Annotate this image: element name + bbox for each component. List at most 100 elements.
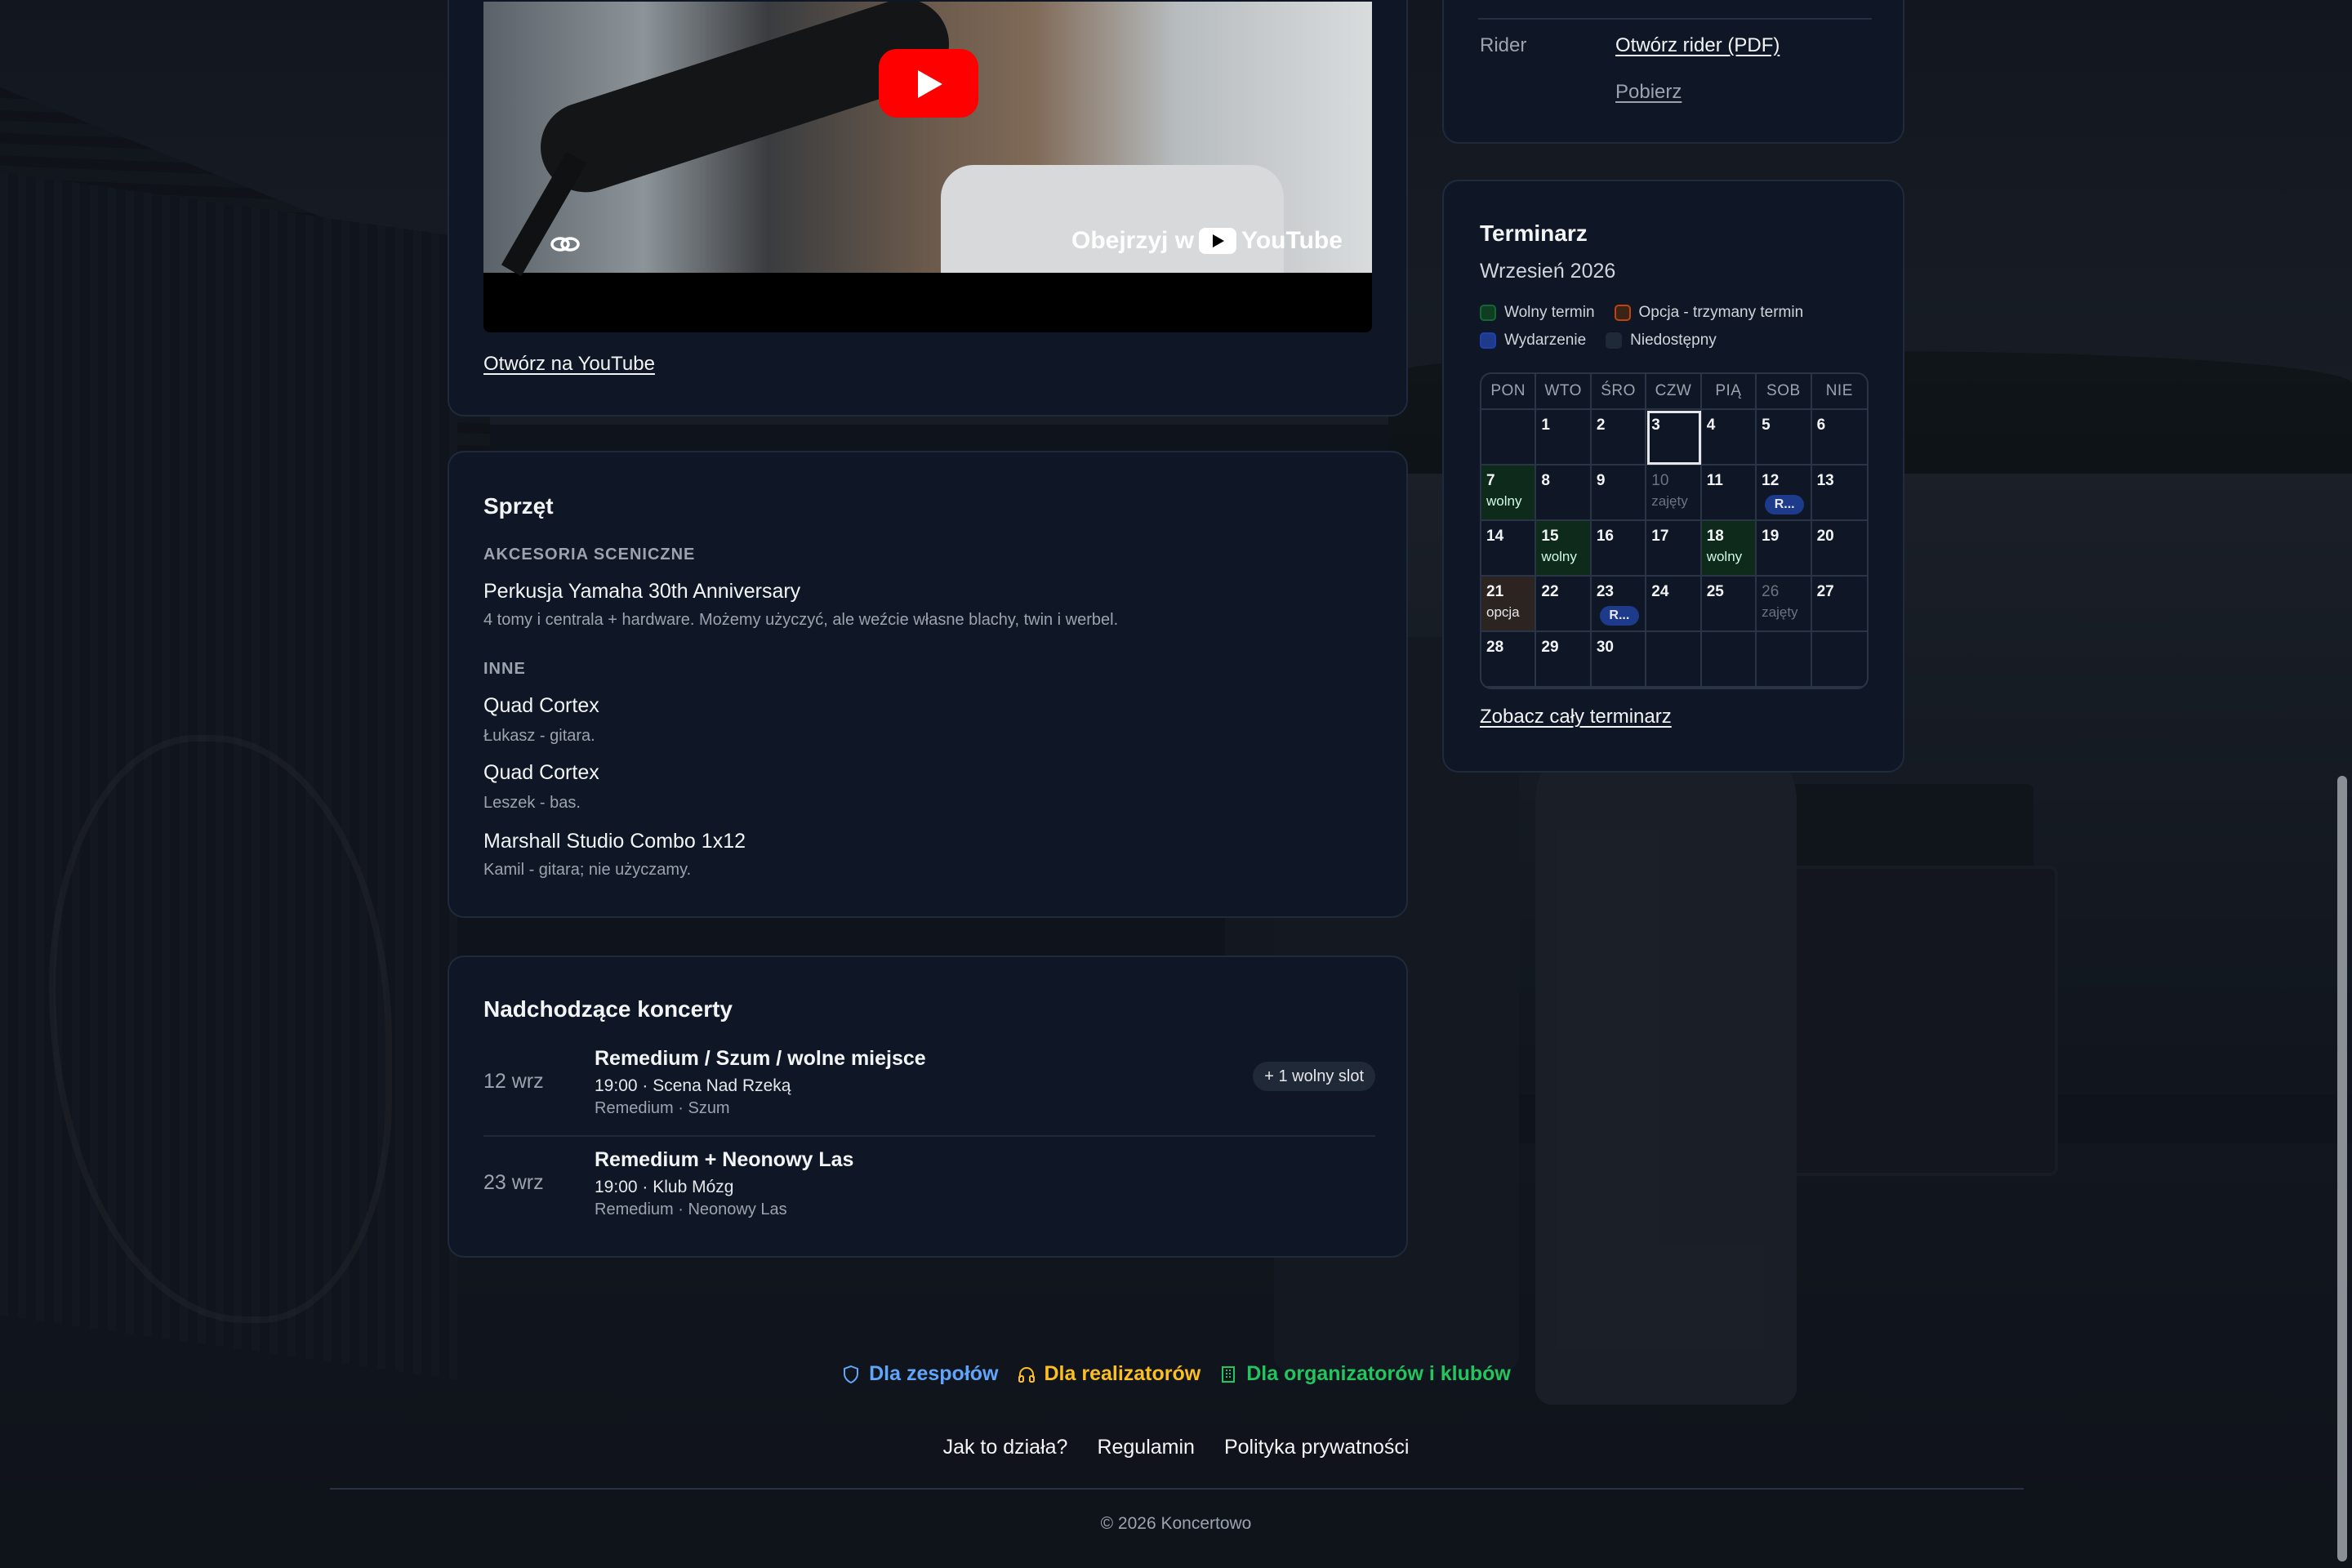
day-number: 13	[1816, 472, 1834, 489]
headphones-icon	[1018, 1366, 1035, 1383]
youtube-logo-icon	[1199, 228, 1237, 254]
calendar-grid: PON WTO ŚRO CZW PIĄ SOB NIE 1 2 3 4 5 6 7 wolny 8 9 10 zaj…	[1480, 372, 1869, 689]
calendar-day-30[interactable]: 30	[1591, 632, 1647, 688]
concert-title[interactable]: Remedium + Neonowy Las	[595, 1148, 853, 1172]
calendar-legend: Wolny termin Opcja - trzymany termin Wydar…	[1480, 304, 1888, 350]
download-rider-link[interactable]: Pobierz	[1615, 81, 1682, 104]
scrollbar-thumb[interactable]	[2337, 776, 2347, 1561]
concert-title[interactable]: Remedium / Szum / wolne miejsce	[595, 1047, 926, 1071]
watch-on-youtube-button[interactable]: Obejrzyj w YouTube	[1071, 227, 1343, 255]
legend-label: Opcja - trzymany termin	[1638, 304, 1804, 321]
weekday-header: NIE	[1811, 374, 1867, 410]
open-on-youtube-link[interactable]: Otwórz na YouTube	[483, 353, 655, 376]
day-number: 14	[1486, 528, 1504, 545]
terms-link[interactable]: Regulamin	[1097, 1436, 1195, 1459]
divider	[1478, 18, 1872, 20]
day-status: wolny	[1486, 493, 1522, 509]
day-number: 11	[1706, 472, 1723, 489]
gear-item-name: Perkusja Yamaha 30th Anniversary	[483, 580, 801, 603]
calendar-day-18[interactable]: 18 wolny	[1701, 521, 1757, 577]
event-pill[interactable]: R...	[1765, 495, 1805, 514]
for-engineers-link[interactable]: Dla realizatorów	[1017, 1362, 1200, 1386]
day-number: 25	[1706, 583, 1724, 600]
watch-on-label: Obejrzyj w	[1071, 227, 1195, 254]
link-icon[interactable]	[549, 232, 581, 256]
calendar-day-7[interactable]: 7 wolny	[1481, 466, 1537, 521]
legend-label: Wydarzenie	[1504, 332, 1587, 349]
footer-audience-links: Dla zespołów Dla realizatorów Dla organi…	[0, 1362, 2352, 1386]
calendar-day-27[interactable]: 27	[1811, 577, 1867, 632]
calendar-empty-cell	[1646, 632, 1702, 688]
weekday-header: CZW	[1646, 374, 1702, 410]
day-number: 7	[1486, 472, 1495, 489]
calendar-day-5[interactable]: 5	[1757, 410, 1812, 466]
day-number: 20	[1816, 528, 1834, 545]
calendar-day-22[interactable]: 22	[1536, 577, 1592, 632]
calendar-day-4[interactable]: 4	[1701, 410, 1757, 466]
calendar-day-8[interactable]: 8	[1536, 466, 1592, 521]
calendar-day-25[interactable]: 25	[1701, 577, 1757, 632]
for-organizers-link[interactable]: Dla organizatorów i klubów	[1218, 1362, 1511, 1386]
gear-item-desc: 4 tomy i centrala + hardware. Możemy uży…	[483, 611, 1119, 629]
for-bands-label: Dla zespołów	[869, 1362, 999, 1385]
gear-card: Sprzęt AKCESORIA SCENICZNE Perkusja Yama…	[448, 451, 1408, 918]
event-pill[interactable]: R...	[1599, 606, 1639, 626]
legend-label: Wolny termin	[1504, 304, 1595, 321]
calendar-day-10[interactable]: 10 zajęty	[1646, 466, 1702, 521]
calendar-day-17[interactable]: 17	[1646, 521, 1702, 577]
for-bands-link[interactable]: Dla zespołów	[841, 1362, 999, 1386]
day-number: 2	[1596, 416, 1606, 434]
calendar-day-9[interactable]: 9	[1591, 466, 1647, 521]
calendar-day-24[interactable]: 24	[1646, 577, 1702, 632]
calendar-day-11[interactable]: 11	[1701, 466, 1757, 521]
calendar-day-12[interactable]: 12 R...	[1757, 466, 1812, 521]
calendar-day-26[interactable]: 26 zajęty	[1757, 577, 1812, 632]
legend-label: Niedostępny	[1630, 332, 1717, 349]
calendar-day-28[interactable]: 28	[1481, 632, 1537, 688]
calendar-day-19[interactable]: 19	[1757, 521, 1812, 577]
calendar-day-21[interactable]: 21 opcja	[1481, 577, 1537, 632]
calendar-day-20[interactable]: 20	[1811, 521, 1867, 577]
see-full-calendar-link[interactable]: Zobacz cały terminarz	[1480, 706, 1672, 728]
day-number: 30	[1596, 639, 1614, 656]
day-number: 1	[1541, 416, 1550, 434]
day-number: 23	[1596, 583, 1614, 600]
legend-swatch	[1614, 305, 1631, 321]
day-number: 6	[1816, 416, 1826, 434]
concert-item[interactable]: 23 wrz Remedium + Neonowy Las 19:00 · Kl…	[483, 1148, 1375, 1238]
day-number: 8	[1541, 472, 1550, 489]
day-status: opcja	[1486, 604, 1520, 620]
gear-title: Sprzęt	[483, 493, 554, 519]
calendar-card: Terminarz Wrzesień 2026 Wolny termin Opcj…	[1442, 180, 1904, 773]
weekday-header: ŚRO	[1591, 374, 1647, 410]
calendar-day-16[interactable]: 16	[1591, 521, 1647, 577]
day-status: zajęty	[1651, 493, 1688, 509]
calendar-day-29[interactable]: 29	[1536, 632, 1592, 688]
day-number: 19	[1762, 528, 1780, 545]
calendar-day-6[interactable]: 6	[1811, 410, 1867, 466]
day-number: 24	[1651, 583, 1669, 600]
legend-item: Opcja - trzymany termin	[1614, 304, 1804, 322]
day-number: 15	[1541, 528, 1559, 545]
calendar-day-3[interactable]: 3	[1646, 410, 1702, 466]
calendar-day-23[interactable]: 23 R...	[1591, 577, 1647, 632]
open-rider-pdf-link[interactable]: Otwórz rider (PDF)	[1615, 34, 1780, 57]
footer-divider	[330, 1488, 2024, 1490]
calendar-day-13[interactable]: 13	[1811, 466, 1867, 521]
legend-swatch	[1480, 332, 1496, 349]
gear-section-heading: AKCESORIA SCENICZNE	[483, 546, 696, 564]
concert-item[interactable]: 12 wrz Remedium / Szum / wolne miejsce 1…	[483, 1047, 1375, 1137]
calendar-day-2[interactable]: 2	[1591, 410, 1647, 466]
privacy-policy-link[interactable]: Polityka prywatności	[1224, 1436, 1409, 1459]
calendar-day-15[interactable]: 15 wolny	[1536, 521, 1592, 577]
concert-bands: Remedium · Neonowy Las	[595, 1200, 787, 1218]
youtube-play-icon[interactable]	[879, 49, 978, 118]
calendar-day-1[interactable]: 1	[1536, 410, 1592, 466]
how-it-works-link[interactable]: Jak to działa?	[943, 1436, 1068, 1459]
legend-item: Wolny termin	[1480, 304, 1595, 322]
free-slot-badge[interactable]: + 1 wolny slot	[1253, 1062, 1375, 1091]
calendar-day-14[interactable]: 14	[1481, 521, 1537, 577]
day-number: 5	[1762, 416, 1771, 434]
gear-item-desc: Łukasz - gitara.	[483, 727, 595, 745]
youtube-embed[interactable]: Obejrzyj w YouTube	[483, 2, 1372, 332]
